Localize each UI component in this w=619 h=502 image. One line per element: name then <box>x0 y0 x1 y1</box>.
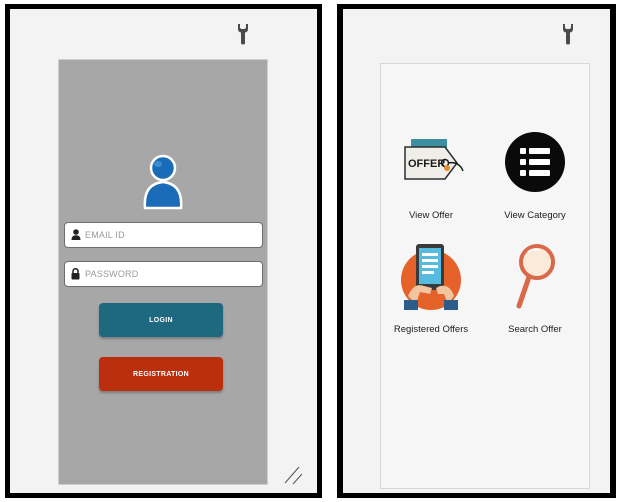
login-panel: LOGIN REGISTRATION <box>58 59 268 485</box>
login-button[interactable]: LOGIN <box>99 303 223 337</box>
person-icon <box>71 229 81 240</box>
view-category-label: View Category <box>504 210 566 221</box>
registration-button[interactable]: REGISTRATION <box>99 357 223 391</box>
lock-icon <box>71 268 80 280</box>
svg-text:OFFER: OFFER <box>408 158 445 170</box>
registered-offers-tile[interactable]: Registered Offers <box>381 232 481 342</box>
magnifier-icon <box>516 244 555 309</box>
search-offer-label: Search Offer <box>508 324 562 335</box>
home-screen: OFFER View Offer View Category Registere… <box>343 9 610 493</box>
search-offer-tile[interactable]: Search Offer <box>485 232 585 342</box>
wrench-icon[interactable] <box>561 23 575 45</box>
offer-tag-icon: OFFER <box>404 139 464 180</box>
email-input[interactable] <box>85 226 255 244</box>
email-field[interactable] <box>64 222 263 248</box>
tablet-hand-icon <box>401 244 461 310</box>
password-field[interactable] <box>64 261 263 287</box>
user-avatar-icon <box>143 154 183 210</box>
login-screen: LOGIN REGISTRATION <box>10 9 317 493</box>
home-menu-panel: OFFER View Offer View Category Registere… <box>380 63 590 489</box>
view-category-tile[interactable]: View Category <box>485 119 585 229</box>
view-offer-tile[interactable]: OFFER View Offer <box>381 119 481 229</box>
wrench-icon[interactable] <box>236 23 250 45</box>
password-input[interactable] <box>85 265 255 283</box>
list-icon <box>505 132 565 192</box>
view-offer-label: View Offer <box>408 210 453 221</box>
home-phone-frame: OFFER View Offer View Category Registere… <box>337 4 616 498</box>
resize-handle-icon <box>284 466 303 485</box>
registered-offers-label: Registered Offers <box>393 324 469 335</box>
login-phone-frame: LOGIN REGISTRATION <box>5 4 322 498</box>
